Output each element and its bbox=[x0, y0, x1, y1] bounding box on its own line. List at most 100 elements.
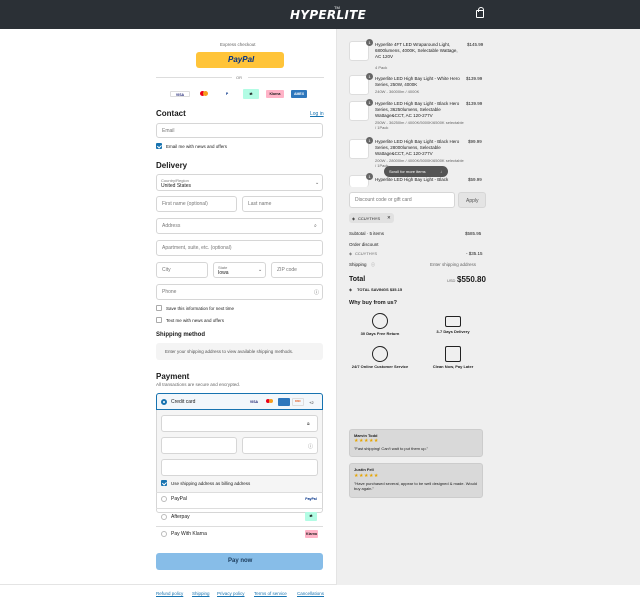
first-name-field[interactable]: First name (optional) bbox=[156, 196, 237, 212]
zip-field[interactable]: ZIP code bbox=[271, 262, 323, 278]
paypal-radio[interactable] bbox=[161, 496, 167, 502]
billing-same-checkbox[interactable] bbox=[161, 480, 167, 486]
delivery-feature: 3-7 Days Delivery bbox=[418, 313, 488, 334]
afterpay-icon: ⇄ bbox=[305, 512, 317, 521]
tag-icon: ◈ bbox=[349, 287, 353, 292]
help-icon[interactable]: ⓘ bbox=[371, 262, 375, 268]
subtotal-value: $585.95 bbox=[465, 231, 482, 236]
pay-later-feature: Clean Now, Pay Later bbox=[418, 346, 488, 369]
delivery-title: Delivery bbox=[156, 161, 188, 170]
klarna-radio[interactable] bbox=[161, 531, 167, 537]
review-card: Justin Fell ★★★★★ "Have purchased severa… bbox=[349, 463, 483, 498]
apply-button[interactable]: Apply bbox=[458, 192, 486, 208]
cart-icon[interactable] bbox=[476, 7, 484, 18]
city-field[interactable]: City bbox=[156, 262, 208, 278]
product-price: $145.99 bbox=[467, 42, 484, 47]
name-on-card-field[interactable] bbox=[161, 459, 318, 476]
payment-subtitle: All transactions are secure and encrypte… bbox=[156, 382, 241, 387]
country-select[interactable]: Country/Region United States ⌄ bbox=[156, 174, 323, 191]
afterpay-option-label[interactable]: Afterpay bbox=[171, 514, 190, 520]
discount-tag: ◈ CCUYTHYS ✕ bbox=[349, 213, 394, 223]
arrow-down-icon: ↓ bbox=[440, 169, 442, 174]
discount-code-name: CCUYTHYS bbox=[355, 251, 378, 256]
divider bbox=[156, 492, 323, 493]
paypal-option-label[interactable]: PayPal bbox=[171, 496, 187, 502]
last-name-field[interactable]: Last name bbox=[242, 196, 323, 212]
visa-icon: VISA bbox=[170, 91, 190, 97]
klarna-option-label[interactable]: Pay With Klarna bbox=[171, 531, 207, 537]
privacy-policy-link[interactable]: Privacy policy bbox=[217, 591, 245, 596]
text-me-label: Text me with news and offers bbox=[166, 318, 224, 323]
help-icon: ⓘ bbox=[308, 444, 314, 450]
brand-logo[interactable]: HYPERLITE bbox=[290, 8, 366, 22]
paypal-icon: PayPal bbox=[305, 497, 317, 501]
address-field[interactable]: Address ⌕ bbox=[156, 218, 323, 234]
terms-link[interactable]: Terms of service bbox=[254, 591, 287, 596]
mastercard-icon bbox=[264, 399, 274, 405]
or-divider: OR bbox=[236, 75, 242, 80]
help-icon: ⓘ bbox=[314, 290, 320, 296]
quantity-badge: 1 bbox=[366, 39, 373, 46]
total-savings: TOTAL SAVINGS $35.15 bbox=[357, 287, 403, 292]
free-return-feature: 30 Days Free Return bbox=[345, 313, 415, 336]
quantity-badge: 1 bbox=[366, 73, 373, 80]
product-variant: 250W - 36250lm / 4000K/5000K/6500K selec… bbox=[375, 120, 464, 130]
product-name: Hyperlite LED High Bay Light - Black Her… bbox=[375, 139, 460, 156]
text-me-checkbox[interactable] bbox=[156, 317, 162, 323]
shipping-method-title: Shipping method bbox=[156, 332, 205, 338]
return-icon bbox=[372, 313, 388, 329]
product-name: Hyperlite LED High Bay Light - Black Her… bbox=[375, 101, 460, 118]
login-link[interactable]: Log in bbox=[310, 111, 324, 117]
product-variant: 4 Pack bbox=[375, 65, 388, 70]
discount-value: - $35.15 bbox=[466, 251, 483, 256]
divider bbox=[156, 508, 323, 509]
payment-title: Payment bbox=[156, 372, 190, 381]
subtotal-label: Subtotal · 5 items bbox=[349, 231, 385, 236]
contact-title: Contact bbox=[156, 109, 186, 118]
quantity-badge: 1 bbox=[366, 137, 373, 144]
reviewer-name: Justin Fell bbox=[354, 467, 374, 472]
divider-right bbox=[248, 77, 324, 78]
product-price: $59.99 bbox=[468, 177, 482, 182]
scroll-hint[interactable]: Scroll for more items ↓ bbox=[384, 166, 448, 177]
rating-stars: ★★★★★ bbox=[354, 438, 379, 444]
quantity-badge: 1 bbox=[366, 99, 373, 106]
billing-same-label: Use shipping address as billing address bbox=[171, 481, 251, 486]
amex-icon bbox=[278, 398, 290, 406]
phone-field[interactable]: Phone ⓘ bbox=[156, 284, 323, 300]
klarna-icon: Klarna bbox=[266, 90, 284, 98]
chevron-down-icon: ⌄ bbox=[258, 267, 263, 273]
express-checkout-title: Express checkout bbox=[220, 42, 256, 47]
card-number-field[interactable]: 🔒︎ bbox=[161, 415, 318, 432]
refund-policy-link[interactable]: Refund policy bbox=[156, 591, 183, 596]
credit-card-radio[interactable] bbox=[161, 399, 167, 405]
pay-now-button[interactable]: Pay now bbox=[156, 553, 323, 570]
shipping-link[interactable]: Shipping bbox=[192, 591, 210, 596]
amex-icon: AMEX bbox=[291, 90, 307, 98]
shipping-method-box: Enter your shipping address to view avai… bbox=[156, 343, 323, 360]
order-discount-label: Order discount bbox=[349, 242, 379, 247]
shipping-label: Shipping bbox=[349, 262, 367, 267]
total-label: Total bbox=[349, 276, 366, 283]
save-info-checkbox[interactable] bbox=[156, 305, 162, 311]
paypal-express-button[interactable]: PayPal bbox=[196, 52, 284, 68]
email-field[interactable]: Email bbox=[156, 123, 323, 138]
security-code-field[interactable]: ⓘ bbox=[242, 437, 318, 454]
credit-card-label: Credit card bbox=[171, 399, 196, 405]
klarna-icon: Klarna bbox=[305, 530, 318, 538]
cancellations-link[interactable]: Cancellations bbox=[297, 591, 324, 596]
shopping-cart-icon bbox=[445, 346, 461, 362]
product-price: $139.99 bbox=[466, 101, 483, 106]
remove-tag-icon[interactable]: ✕ bbox=[387, 215, 391, 221]
state-select[interactable]: State Iowa ⌄ bbox=[213, 262, 266, 278]
currency-code: USD bbox=[447, 278, 456, 283]
truck-icon bbox=[445, 316, 461, 327]
discount-code-field[interactable]: Discount code or gift card bbox=[349, 192, 455, 208]
afterpay-radio[interactable] bbox=[161, 514, 167, 520]
afterpay-icon: ⇄ bbox=[243, 89, 259, 99]
email-news-checkbox[interactable] bbox=[156, 143, 162, 149]
expiry-field[interactable] bbox=[161, 437, 237, 454]
tag-icon: ◈ bbox=[352, 216, 356, 221]
product-variant: 240W - 36000lm / 4000K bbox=[375, 89, 420, 94]
apartment-field[interactable]: Apartment, suite, etc. (optional) bbox=[156, 240, 323, 256]
